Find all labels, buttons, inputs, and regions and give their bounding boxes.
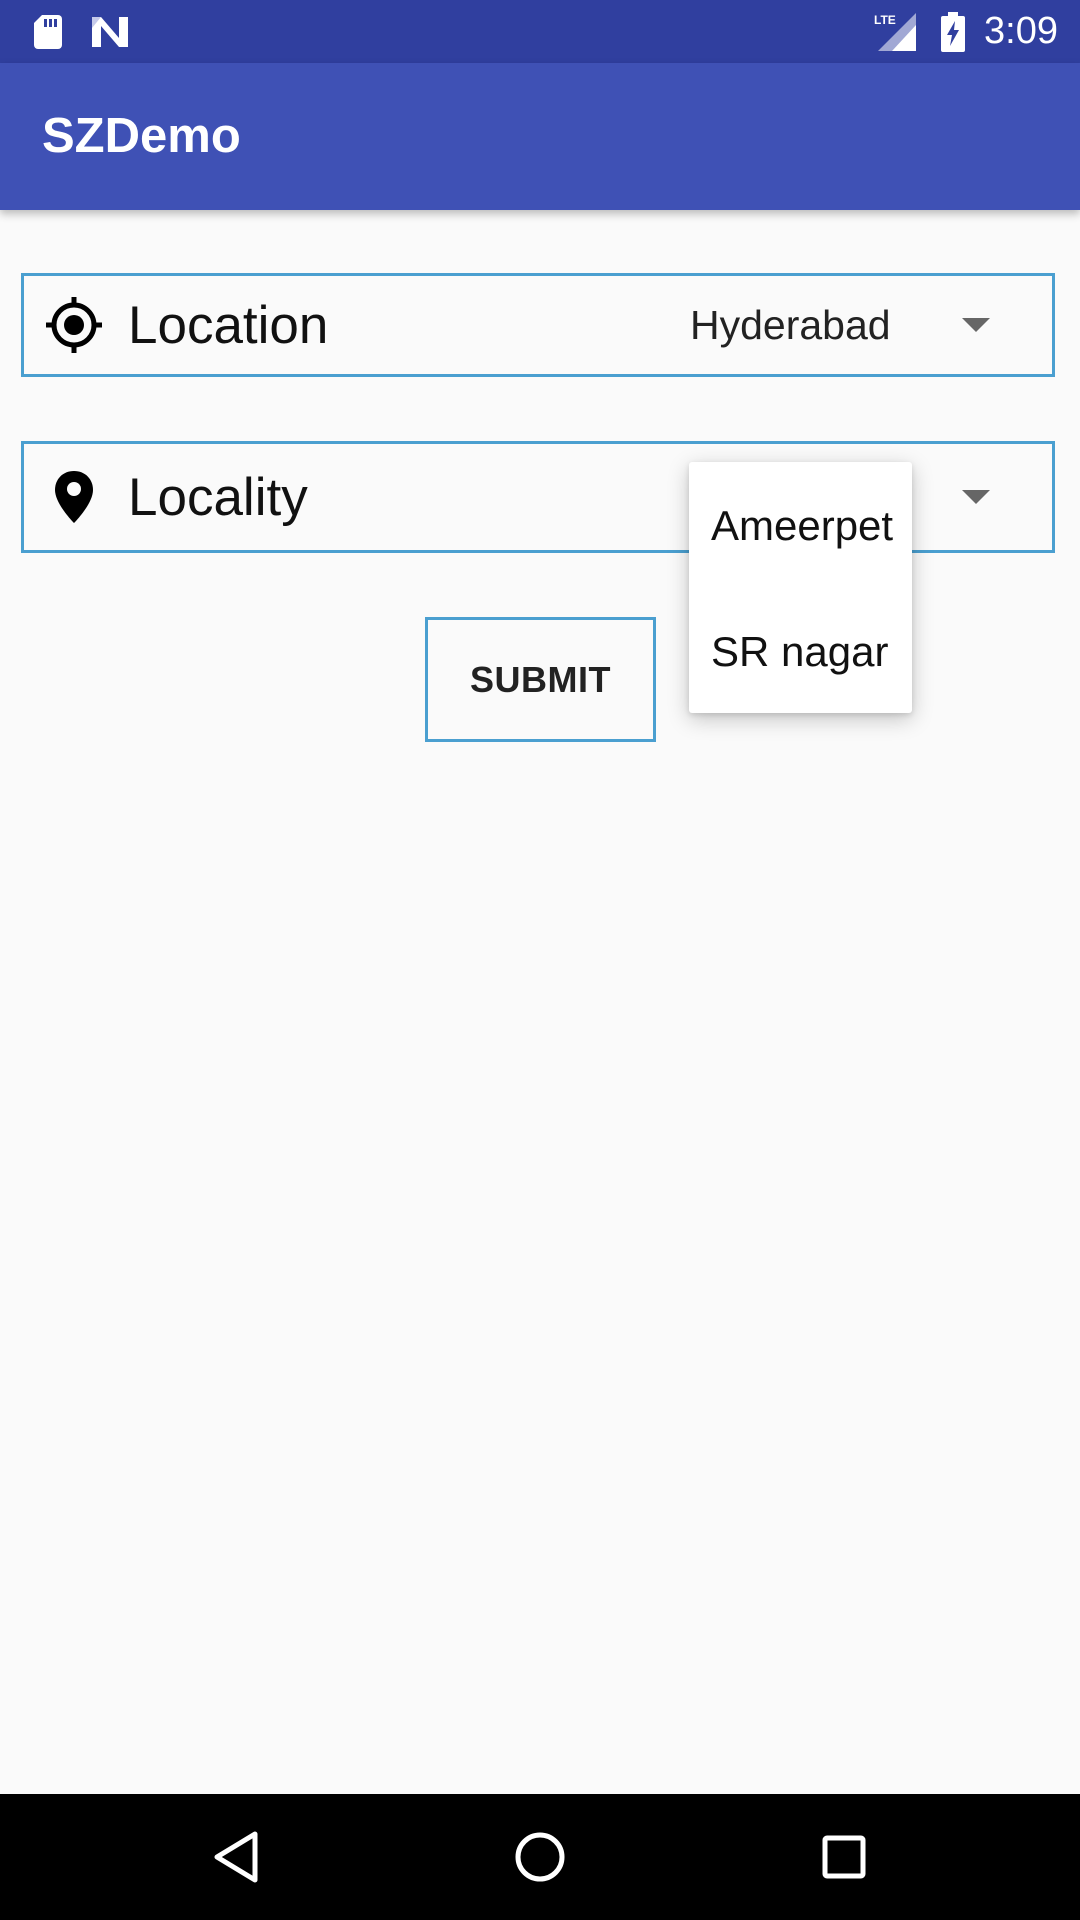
chevron-down-icon[interactable] bbox=[962, 276, 990, 374]
sd-card-icon bbox=[30, 0, 66, 63]
locality-dropdown-menu: Ameerpet SR nagar bbox=[689, 462, 912, 713]
lte-signal-icon: LTE bbox=[872, 0, 918, 63]
home-icon[interactable] bbox=[480, 1794, 600, 1920]
app-title: SZDemo bbox=[42, 109, 241, 163]
submit-button[interactable]: SUBMIT bbox=[425, 617, 656, 742]
recents-icon[interactable] bbox=[784, 1794, 904, 1920]
battery-charging-icon bbox=[938, 0, 968, 63]
chevron-down-icon[interactable] bbox=[962, 444, 990, 550]
map-pin-icon bbox=[44, 444, 104, 550]
notification-n-icon bbox=[88, 0, 132, 63]
status-time: 3:09 bbox=[984, 10, 1058, 52]
app-bar: SZDemo bbox=[0, 63, 1080, 210]
navigation-bar bbox=[0, 1794, 1080, 1920]
crosshair-location-icon bbox=[44, 276, 104, 374]
status-bar: LTE 3:09 bbox=[0, 0, 1080, 63]
locality-label: Locality bbox=[128, 467, 308, 527]
location-spinner[interactable]: Location Hyderabad bbox=[21, 273, 1055, 377]
dropdown-option-sr-nagar[interactable]: SR nagar bbox=[711, 628, 888, 676]
svg-text:LTE: LTE bbox=[874, 13, 896, 27]
location-label: Location bbox=[128, 295, 329, 355]
location-selected-value[interactable]: Hyderabad bbox=[690, 276, 891, 374]
dropdown-option-ameerpet[interactable]: Ameerpet bbox=[711, 502, 893, 550]
back-icon[interactable] bbox=[176, 1794, 296, 1920]
